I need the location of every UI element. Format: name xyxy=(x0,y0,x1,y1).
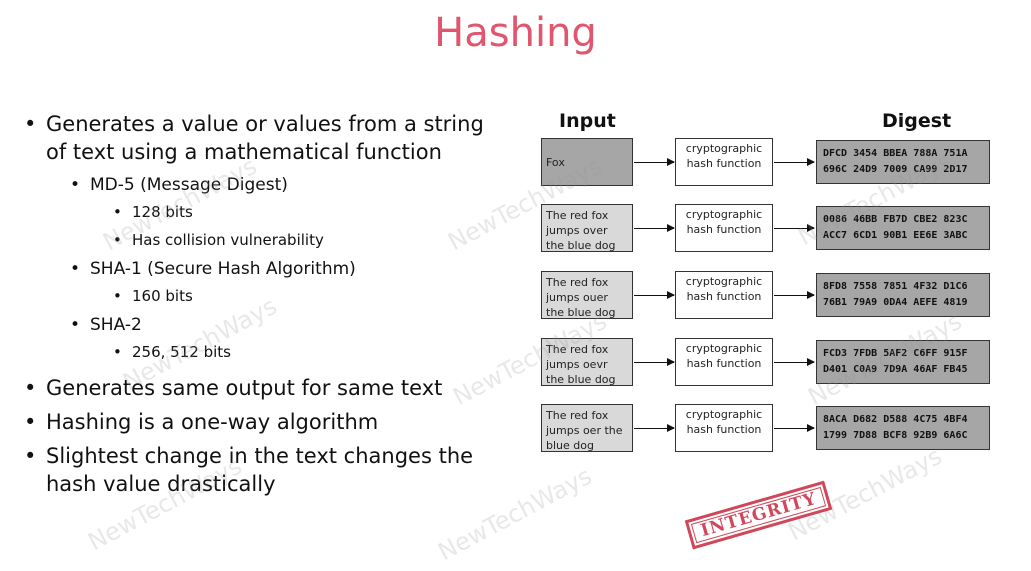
hash-function-box: cryptographic hash function xyxy=(675,404,773,452)
arrow-icon xyxy=(774,224,815,232)
bullet-sha1: SHA-1 (Secure Hash Algorithm) xyxy=(20,256,490,282)
digest-box: 8FD8 7558 7851 4F32 D1C6 76B1 79A9 0DA4 … xyxy=(816,273,990,317)
hash-function-box: cryptographic hash function xyxy=(675,271,773,319)
slide-title: Hashing xyxy=(434,10,597,56)
bullet-sha2-bits: 256, 512 bits xyxy=(20,338,490,366)
input-box: The red fox jumps over the blue dog xyxy=(541,204,633,252)
bullet-md5-collision: Has collision vulnerability xyxy=(20,226,490,254)
input-box: The red fox jumps ouer the blue dog xyxy=(541,271,633,319)
digest-header: Digest xyxy=(882,110,952,132)
input-box: The red fox jumps oer the blue dog xyxy=(541,404,633,452)
bullet-sha1-bits: 160 bits xyxy=(20,282,490,310)
bullet-sha2: SHA-2 xyxy=(20,312,490,338)
arrow-icon xyxy=(634,291,675,299)
digest-box: 8ACA D682 D588 4C75 4BF4 1799 7D88 BCF8 … xyxy=(816,406,990,450)
algorithm-list: MD-5 (Message Digest) 128 bits Has colli… xyxy=(20,172,490,366)
arrow-icon xyxy=(774,424,815,432)
arrow-icon xyxy=(634,424,675,432)
digest-box: FCD3 7FDB 5AF2 C6FF 915F D401 C0A9 7D9A … xyxy=(816,340,990,384)
hash-function-box: cryptographic hash function xyxy=(675,338,773,386)
bullet-one-way: Hashing is a one-way algorithm xyxy=(20,408,490,436)
hash-function-box: cryptographic hash function xyxy=(675,204,773,252)
hash-function-box: cryptographic hash function xyxy=(675,138,773,186)
input-box: Fox xyxy=(541,138,633,186)
hash-diagram: Input Digest Fox cryptographic hash funct… xyxy=(535,110,1031,470)
arrow-icon xyxy=(634,158,675,166)
digest-box: DFCD 3454 BBEA 788A 751A 696C 24D9 7009 … xyxy=(816,140,990,184)
bullet-list: Generates a value or values from a strin… xyxy=(20,110,490,504)
input-header: Input xyxy=(559,110,616,132)
bullet-slightest-change: Slightest change in the text changes the… xyxy=(20,442,490,498)
bullet-same-output: Generates same output for same text xyxy=(20,374,490,402)
input-box: The red fox jumps oevr the blue dog xyxy=(541,338,633,386)
bullet-generates-value: Generates a value or values from a strin… xyxy=(20,110,490,166)
digest-box: 0086 46BB FB7D CBE2 823C ACC7 6CD1 90B1 … xyxy=(816,206,990,250)
arrow-icon xyxy=(774,291,815,299)
arrow-icon xyxy=(634,358,675,366)
bullet-md5: MD-5 (Message Digest) xyxy=(20,172,490,198)
arrow-icon xyxy=(774,158,815,166)
arrow-icon xyxy=(634,224,675,232)
bullet-md5-bits: 128 bits xyxy=(20,198,490,226)
arrow-icon xyxy=(774,358,815,366)
integrity-stamp: INTEGRITY xyxy=(684,480,833,550)
